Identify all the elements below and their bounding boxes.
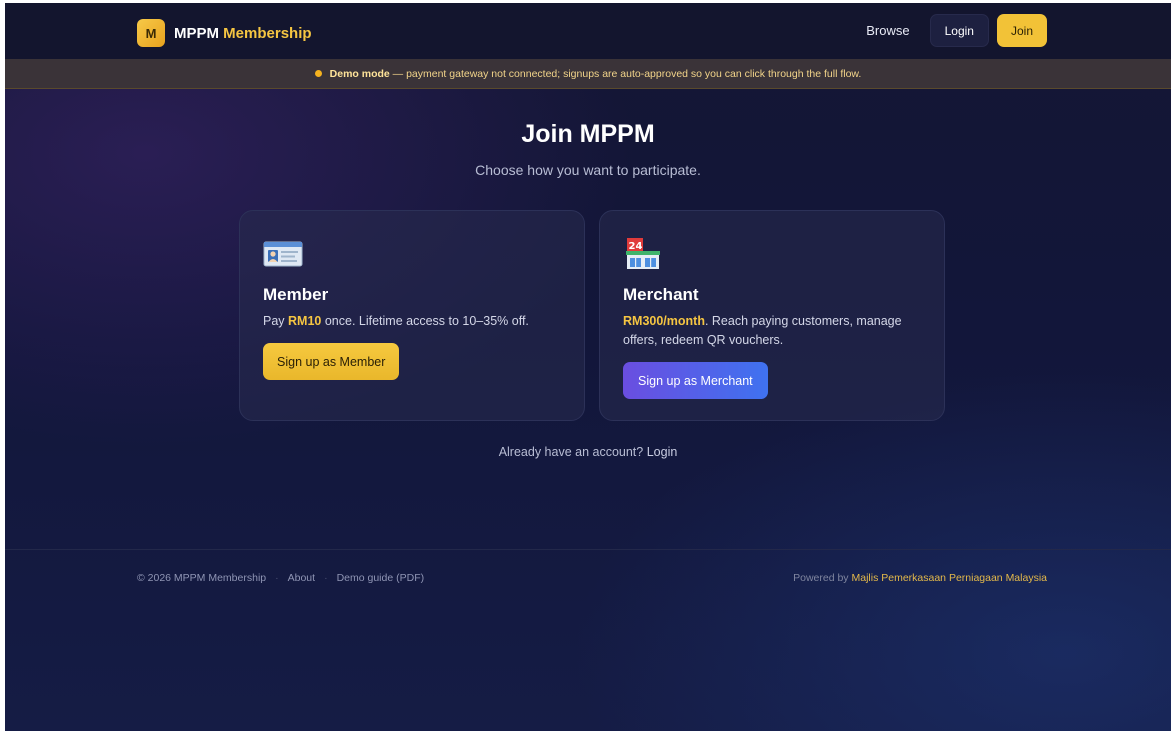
footer-powered-by: Powered by Majlis Pemerkasaan Perniagaan… (793, 572, 1047, 584)
brand-primary: MPPM (174, 24, 219, 42)
page-subtitle: Choose how you want to participate. (475, 162, 701, 178)
brand-name: MPPM Membership (174, 25, 312, 42)
signup-member-button[interactable]: Sign up as Member (263, 343, 400, 380)
nav-links: Browse Login Join (866, 14, 1047, 47)
nav-join-button[interactable]: Join (996, 14, 1047, 47)
merchant-price: RM300/month (623, 314, 705, 328)
convenience-store-icon: 24 (626, 238, 660, 269)
member-price: RM10 (288, 314, 322, 328)
footer-divider (5, 549, 1171, 550)
demo-mode-banner: Demo mode — payment gateway not connecte… (5, 59, 1171, 89)
member-card-description: Pay RM10 once. Lifetime access to 10–35%… (263, 312, 563, 331)
merchant-card-description: RM300/month. Reach paying customers, man… (623, 312, 923, 350)
app-window: M MPPM Membership Browse Login Join Demo… (5, 3, 1171, 731)
login-link[interactable]: Login (647, 445, 678, 459)
member-desc-suffix: once. Lifetime access to 10–35% off. (321, 314, 529, 328)
signup-merchant-button[interactable]: Sign up as Merchant (623, 362, 768, 399)
footer-separator: · (324, 572, 328, 584)
member-desc-prefix: Pay (263, 314, 289, 328)
footer-copyright: © 2026 MPPM Membership (137, 572, 267, 584)
brand[interactable]: M MPPM Membership (137, 19, 312, 47)
footer-about-link[interactable]: About (288, 572, 315, 584)
brand-accent: Membership (223, 24, 312, 42)
member-card: Member Pay RM10 once. Lifetime access to… (239, 210, 585, 421)
merchant-card: 24 Merchant RM300/month. Reach paying cu… (599, 210, 945, 421)
footer-separator: · (275, 572, 279, 584)
nav-browse-link[interactable]: Browse (866, 23, 909, 38)
footer-left: © 2026 MPPM Membership · About · Demo gu… (137, 572, 424, 584)
member-card-title: Member (263, 285, 329, 304)
powered-by-org-link[interactable]: Majlis Pemerkasaan Perniagaan Malaysia (851, 572, 1047, 584)
id-card-icon (263, 241, 303, 267)
status-dot-icon (314, 70, 322, 77)
svg-text:24: 24 (629, 241, 643, 252)
already-prefix: Already have an account? (498, 445, 647, 459)
banner-text: — payment gateway not connected; signups… (389, 67, 862, 80)
powered-by-label: Powered by (793, 572, 852, 584)
nav-login-button[interactable]: Login (929, 14, 989, 47)
page-title: Join MPPM (521, 120, 655, 148)
already-have-account: Already have an account? Login (5, 445, 1171, 459)
merchant-card-title: Merchant (623, 285, 699, 304)
brand-logo: M (137, 19, 165, 47)
banner-label: Demo mode (329, 67, 390, 80)
top-navbar: M MPPM Membership Browse Login Join (5, 3, 1171, 59)
footer-demo-guide-link[interactable]: Demo guide (PDF) (337, 572, 425, 584)
